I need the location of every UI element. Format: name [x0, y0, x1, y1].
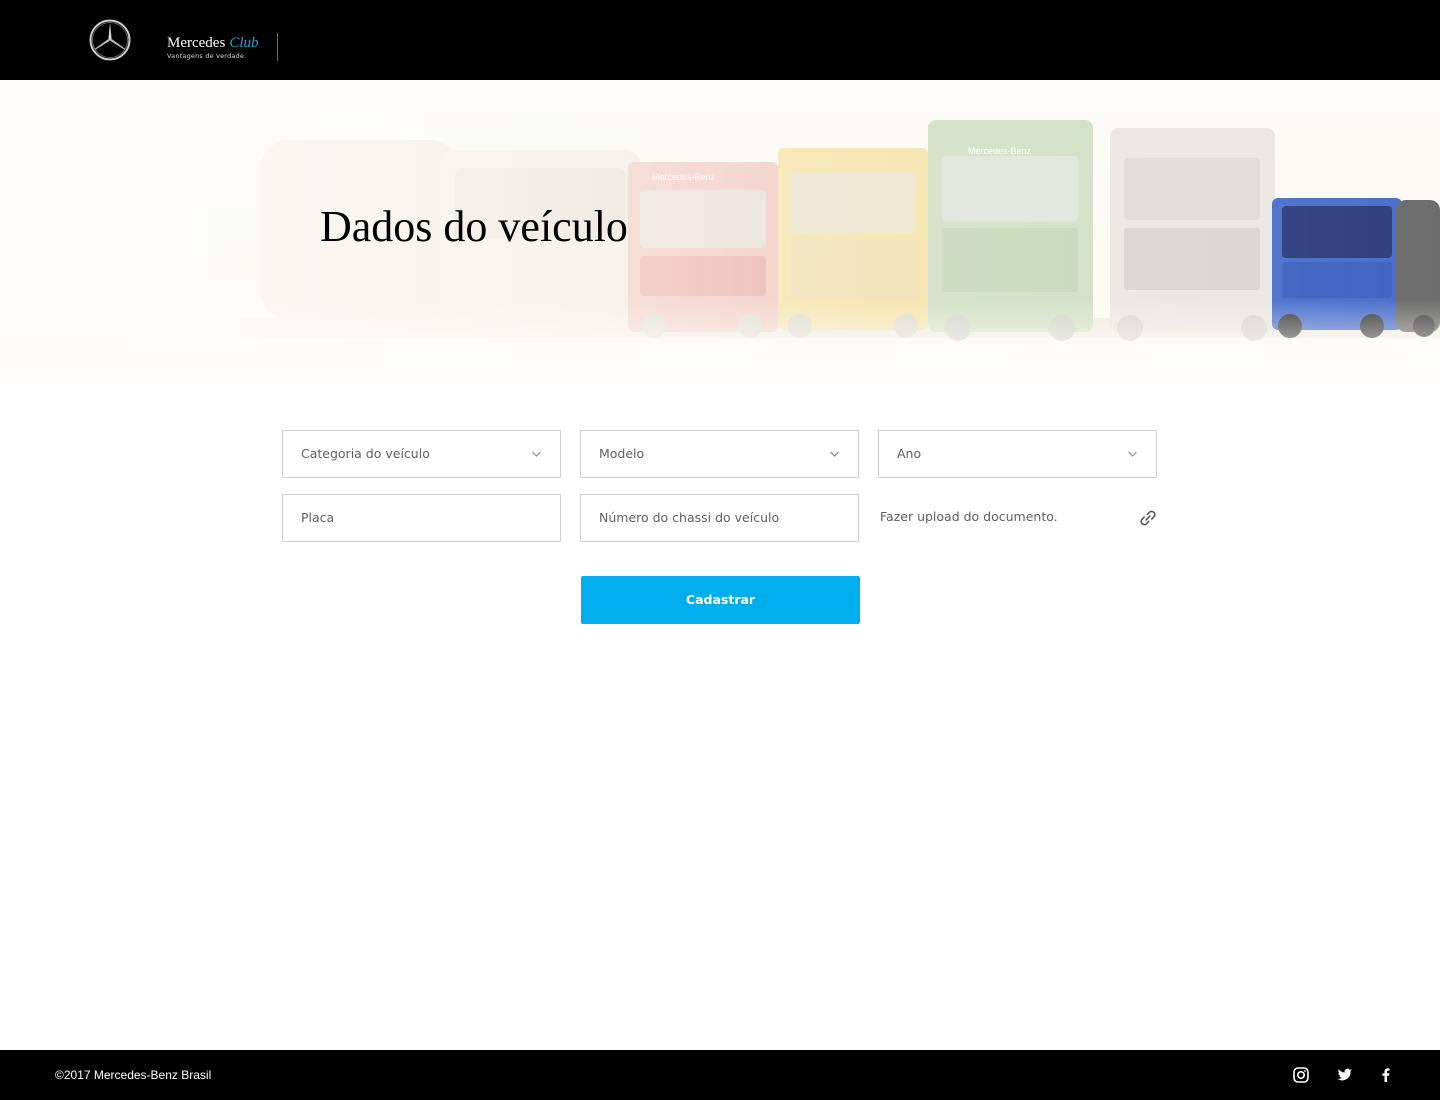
year-select-label: Ano — [897, 446, 922, 461]
chassis-input[interactable]: Número do chassi do veículo — [580, 494, 859, 542]
category-select-label: Categoria do veículo — [301, 446, 430, 461]
hero-banner: Mercedes-Benz Mercedes-Benz Dados do veí… — [0, 80, 1440, 385]
submit-button[interactable]: Cadastrar — [581, 576, 860, 624]
page-title: Dados do veículo — [320, 202, 628, 251]
brand-name-text: Mercedes — [167, 35, 226, 51]
header-divider — [277, 33, 278, 61]
plate-placeholder: Placa — [301, 510, 335, 525]
brand-name: Mercedes Club — [167, 35, 259, 52]
copyright-text: ©2017 Mercedes-Benz Brasil — [55, 1068, 212, 1082]
paperclip-icon[interactable] — [1138, 508, 1158, 528]
site-footer: ©2017 Mercedes-Benz Brasil — [0, 1050, 1440, 1100]
site-header: Mercedes Club Vantagens de verdade. — [0, 0, 1440, 80]
chevron-down-icon — [830, 451, 839, 457]
chevron-down-icon — [1128, 451, 1137, 457]
chassis-placeholder: Número do chassi do veículo — [599, 510, 780, 525]
facebook-icon[interactable] — [1377, 1066, 1395, 1084]
twitter-icon[interactable] — [1336, 1066, 1354, 1084]
model-select-label: Modelo — [599, 446, 645, 461]
brand-lockup[interactable]: Mercedes Club Vantagens de verdade. — [167, 35, 259, 60]
year-select[interactable]: Ano — [878, 430, 1157, 478]
upload-label: Fazer upload do documento. — [880, 509, 1058, 524]
brand-club-text: Club — [229, 35, 259, 51]
category-select[interactable]: Categoria do veículo — [282, 430, 561, 478]
plate-input[interactable]: Placa — [282, 494, 561, 542]
document-upload[interactable]: Fazer upload do documento. — [878, 494, 1158, 542]
trucks-lineup-image: Mercedes-Benz Mercedes-Benz — [0, 80, 1440, 385]
brand-tagline: Vantagens de verdade. — [167, 52, 247, 60]
mercedes-star-icon[interactable] — [89, 19, 131, 61]
chevron-down-icon — [532, 451, 541, 457]
instagram-icon[interactable] — [1292, 1066, 1310, 1084]
model-select[interactable]: Modelo — [580, 430, 859, 478]
